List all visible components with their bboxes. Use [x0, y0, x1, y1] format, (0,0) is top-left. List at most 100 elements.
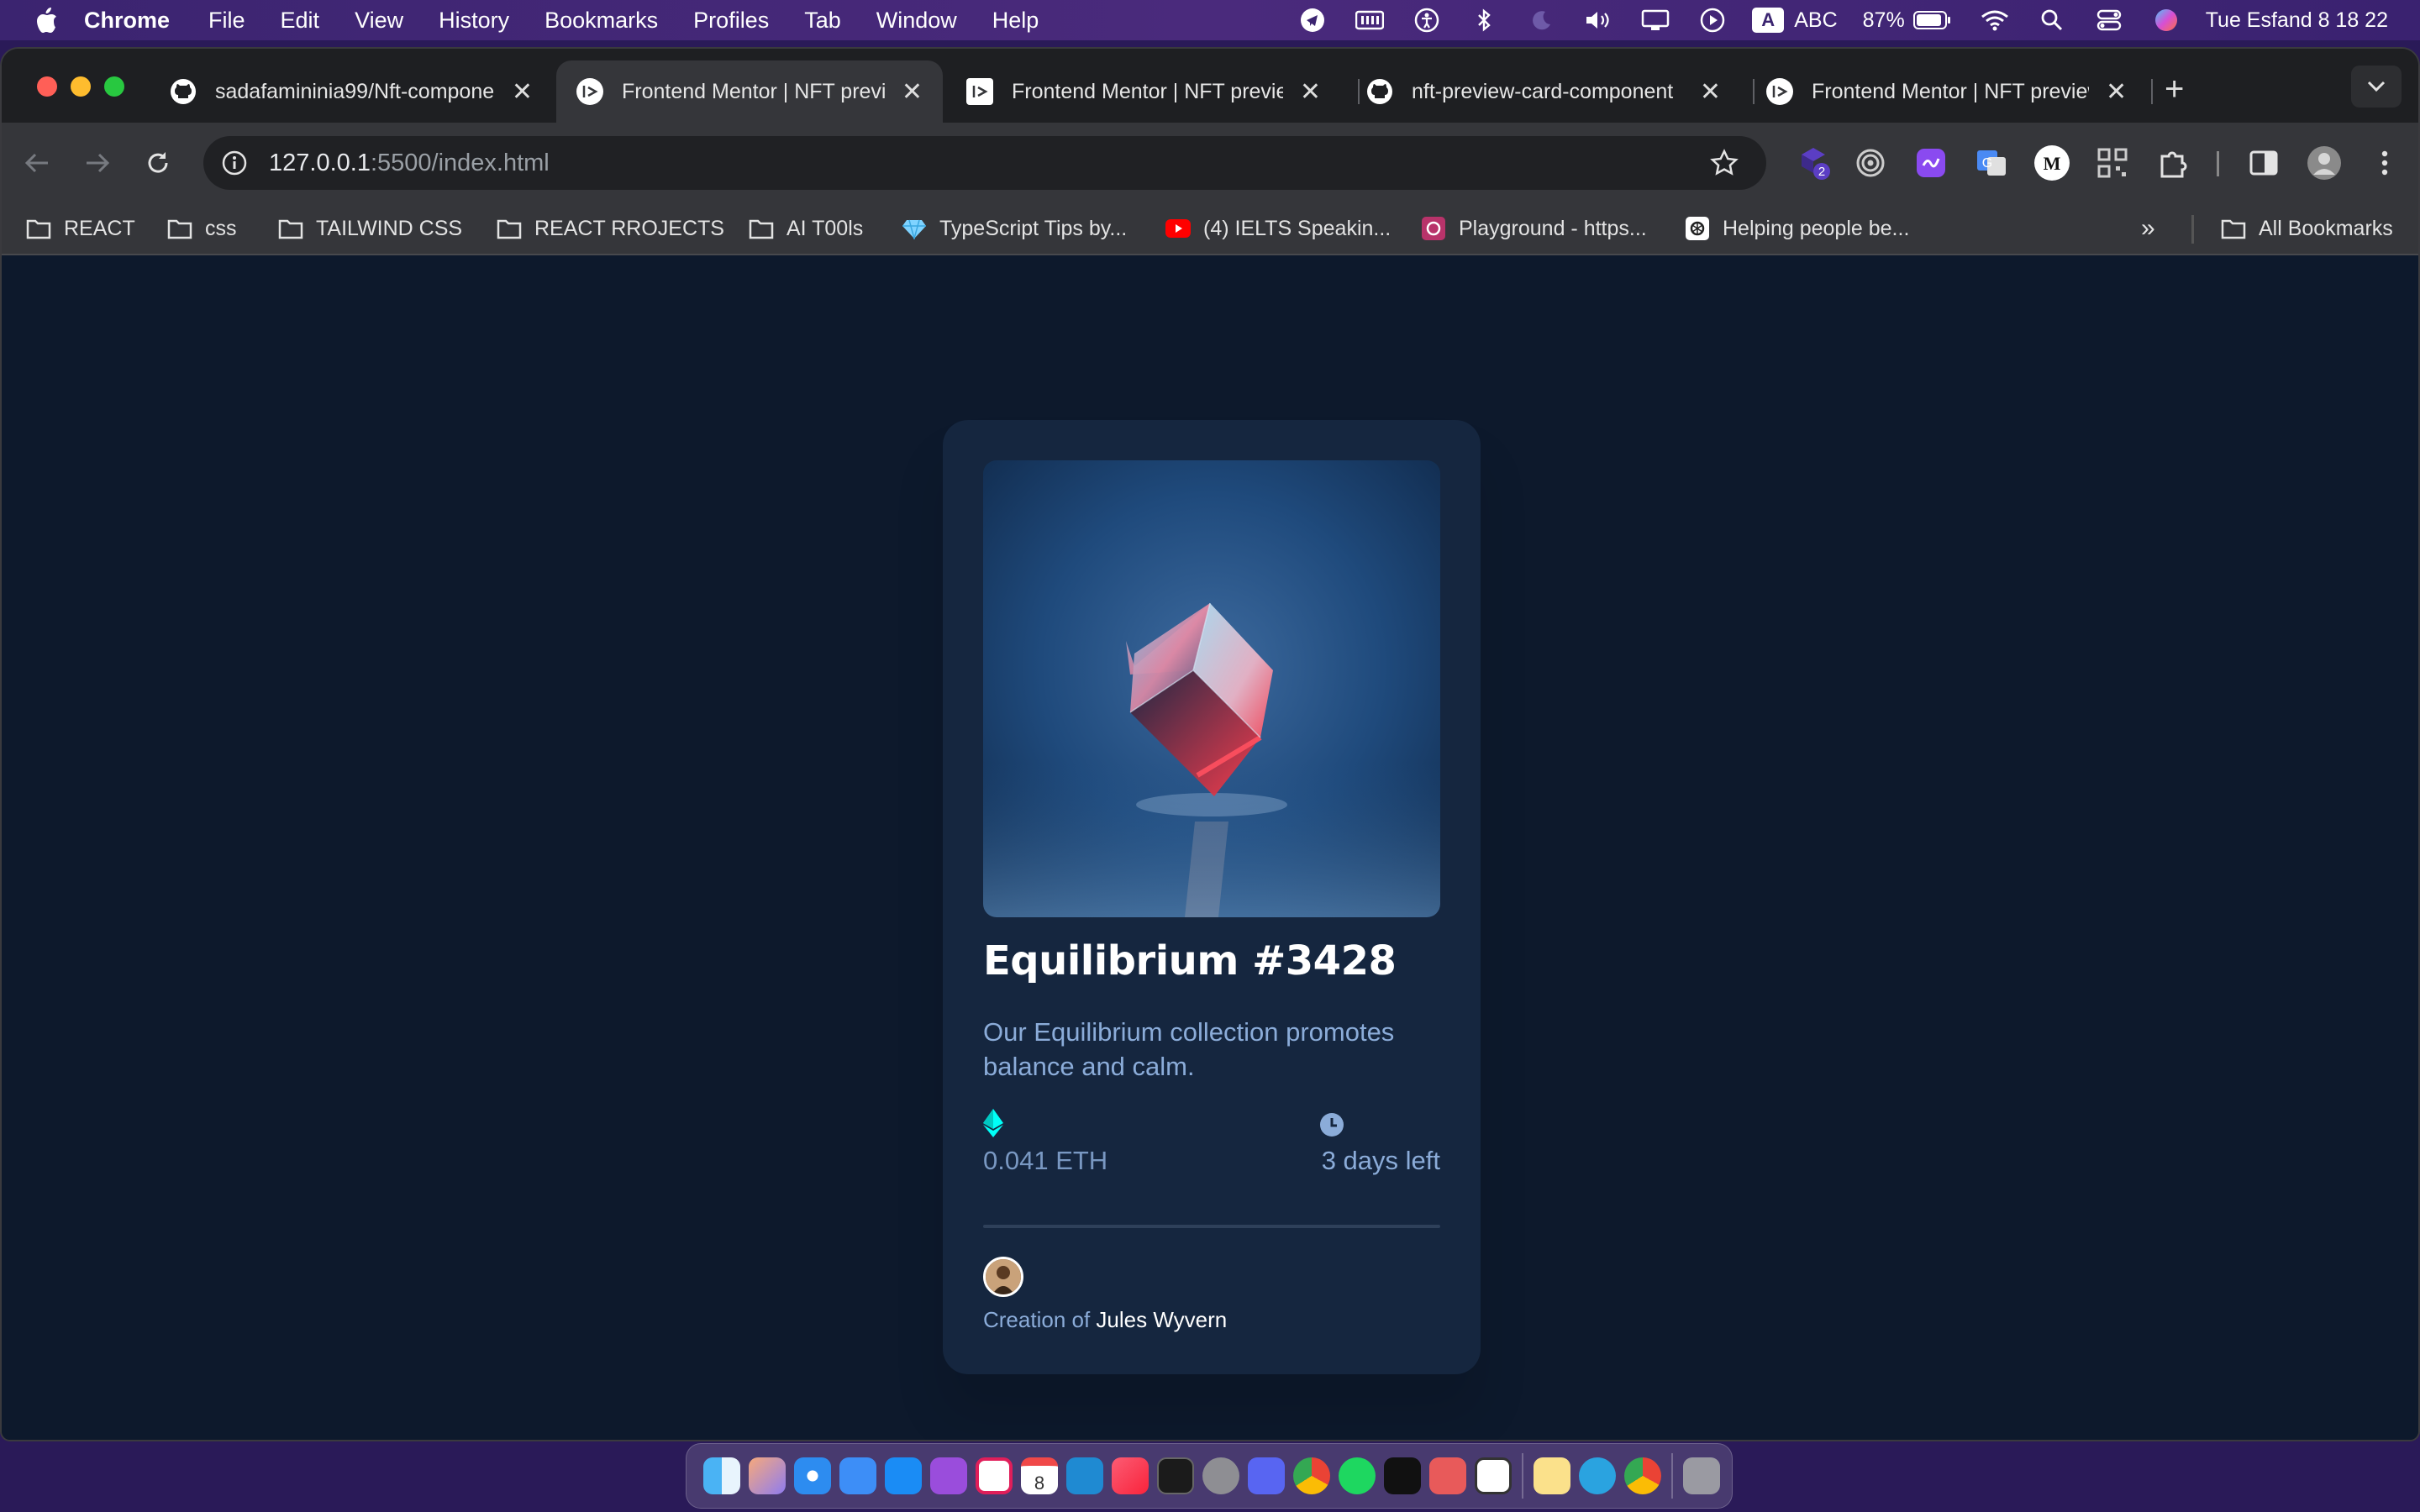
browser-window: sadafamininia99/Nft-component ✕ Frontend…	[0, 47, 2420, 1441]
reload-icon[interactable]	[139, 144, 176, 181]
tab-frontend-mentor-2[interactable]: Frontend Mentor | NFT preview card compo…	[946, 60, 1341, 123]
minimize-window-button[interactable]	[71, 76, 91, 97]
menu-window[interactable]: Window	[876, 8, 957, 34]
google-translate-icon[interactable]: G	[1971, 143, 2012, 183]
purple-extension-icon[interactable]	[1911, 143, 1951, 183]
bookmarks-overflow-chevron-icon[interactable]: »	[2141, 212, 2155, 245]
menu-history[interactable]: History	[439, 8, 509, 34]
bookmark-helping-people[interactable]: Helping people be...	[1684, 212, 1909, 245]
tab-frontend-mentor-3[interactable]: Frontend Mentor | NFT preview card compo…	[1746, 60, 2149, 123]
podcasts-icon[interactable]	[930, 1457, 967, 1494]
wifi-icon[interactable]	[1981, 8, 2009, 33]
calendar-icon[interactable]: 8	[1021, 1457, 1058, 1494]
bookmark-folder-ai-tools[interactable]: AI T00ls	[748, 212, 863, 245]
extensions-puzzle-icon[interactable]	[2153, 143, 2193, 183]
url-text[interactable]: 127.0.0.1:5500/index.html	[269, 150, 550, 177]
bookmark-folder-react-projects[interactable]: REACT RROJECTS	[496, 212, 724, 245]
profile-avatar-icon[interactable]	[2304, 143, 2344, 183]
back-arrow-icon[interactable]	[18, 144, 55, 181]
menu-view[interactable]: View	[355, 8, 403, 34]
qr-code-icon[interactable]	[2092, 143, 2133, 183]
nft-title[interactable]: Equilibrium #3428	[983, 937, 1397, 984]
medium-extension-icon[interactable]: M	[2032, 143, 2072, 183]
all-bookmarks-folder[interactable]: All Bookmarks	[2220, 212, 2393, 245]
vscode-icon[interactable]	[1066, 1457, 1103, 1494]
focus-moon-icon[interactable]	[1527, 8, 1555, 33]
bookmark-folder-css[interactable]: css	[166, 212, 237, 245]
apple-menu-icon[interactable]	[34, 6, 59, 34]
fraction-app-icon[interactable]	[1384, 1457, 1421, 1494]
bookmark-label: (4) IELTS Speakin...	[1203, 216, 1392, 240]
play-circle-icon[interactable]	[1698, 8, 1727, 33]
system-settings-icon[interactable]	[1202, 1457, 1239, 1494]
safari-icon[interactable]	[794, 1457, 831, 1494]
finder-icon[interactable]	[703, 1457, 740, 1494]
nft-hero-image[interactable]	[983, 460, 1440, 917]
side-panel-icon[interactable]	[2244, 143, 2284, 183]
input-source-badge[interactable]: A	[1752, 8, 1785, 33]
siri-icon[interactable]	[2152, 8, 2181, 33]
menu-tab[interactable]: Tab	[804, 8, 841, 34]
url-host: 127.0.0.1	[269, 149, 371, 176]
chrome-menu-kebab-icon[interactable]	[2365, 143, 2405, 183]
menu-app-name[interactable]: Chrome	[84, 8, 170, 34]
control-center-icon[interactable]	[2095, 8, 2123, 33]
menu-profiles[interactable]: Profiles	[693, 8, 769, 34]
creator-name-link[interactable]: Jules Wyvern	[1096, 1307, 1227, 1332]
zoom-window-button[interactable]	[104, 76, 124, 97]
menu-edit[interactable]: Edit	[281, 8, 320, 34]
tab-close-icon[interactable]: ✕	[2106, 77, 2127, 107]
bookmark-folder-react[interactable]: REACT	[25, 212, 135, 245]
tab-github-nft-component[interactable]: sadafamininia99/Nft-component ✕	[150, 60, 553, 123]
accessibility-icon[interactable]	[1413, 8, 1441, 33]
extension-badge-icon[interactable]: 2	[1795, 143, 1835, 183]
address-bar[interactable]: 127.0.0.1:5500/index.html	[203, 136, 1766, 190]
chrome-app-icon[interactable]	[1624, 1457, 1661, 1494]
trash-icon[interactable]	[1683, 1457, 1720, 1494]
battery-percent[interactable]: 87%	[1863, 8, 1905, 33]
telegram-icon[interactable]	[1579, 1457, 1616, 1494]
menu-file[interactable]: File	[208, 8, 245, 34]
menu-bar-clock[interactable]: Tue Esfand 8 18 22	[2206, 8, 2388, 33]
tab-search-chevron-icon[interactable]	[2351, 66, 2402, 108]
menu-bookmarks[interactable]: Bookmarks	[544, 8, 658, 34]
tab-close-icon[interactable]: ✕	[1300, 77, 1321, 107]
bluetooth-icon[interactable]	[1470, 8, 1498, 33]
mail-icon[interactable]	[839, 1457, 876, 1494]
bookmark-playground[interactable]: Playground - https...	[1420, 212, 1647, 245]
calendar-31-icon[interactable]	[1475, 1457, 1512, 1494]
spotlight-search-icon[interactable]	[2038, 8, 2066, 33]
music-icon[interactable]	[1112, 1457, 1149, 1494]
terminal-icon[interactable]	[1157, 1457, 1194, 1494]
youtube-icon	[1165, 217, 1192, 240]
red-app-icon[interactable]	[1429, 1457, 1466, 1494]
launchpad-icon[interactable]	[749, 1457, 786, 1494]
tab-close-icon[interactable]: ✕	[902, 77, 923, 107]
slack-icon[interactable]	[976, 1457, 1013, 1494]
screen-mirroring-icon[interactable]	[1641, 8, 1670, 33]
bookmark-folder-tailwind[interactable]: TAILWIND CSS	[277, 212, 462, 245]
new-tab-plus-icon[interactable]: +	[2165, 71, 2184, 108]
site-info-icon[interactable]	[217, 145, 252, 181]
bookmark-ielts-youtube[interactable]: (4) IELTS Speakin...	[1165, 212, 1391, 245]
telegram-status-icon[interactable]	[1298, 8, 1327, 33]
tab-frontend-mentor-active[interactable]: Frontend Mentor | NFT preview card compo…	[556, 60, 943, 123]
bookmark-typescript-tips[interactable]: TypeScript Tips by...	[901, 212, 1127, 245]
tab-close-icon[interactable]: ✕	[512, 77, 533, 107]
forward-arrow-icon[interactable]	[79, 144, 116, 181]
input-source-label[interactable]: ABC	[1794, 8, 1837, 33]
app-store-icon[interactable]	[885, 1457, 922, 1494]
spotify-icon[interactable]	[1339, 1457, 1376, 1494]
bookmark-star-icon[interactable]	[1706, 144, 1743, 181]
menu-help[interactable]: Help	[992, 8, 1039, 34]
tab-close-icon[interactable]: ✕	[1700, 77, 1721, 107]
target-extension-icon[interactable]	[1850, 143, 1891, 183]
volume-icon[interactable]	[1584, 8, 1612, 33]
notes-icon[interactable]	[1534, 1457, 1570, 1494]
tab-github-nft-preview[interactable]: nft-preview-card-component ✕	[1346, 60, 1741, 123]
close-window-button[interactable]	[37, 76, 57, 97]
chrome-icon[interactable]	[1293, 1457, 1330, 1494]
battery-icon[interactable]	[1912, 8, 1952, 33]
memory-status-icon[interactable]	[1355, 8, 1385, 33]
discord-icon[interactable]	[1248, 1457, 1285, 1494]
